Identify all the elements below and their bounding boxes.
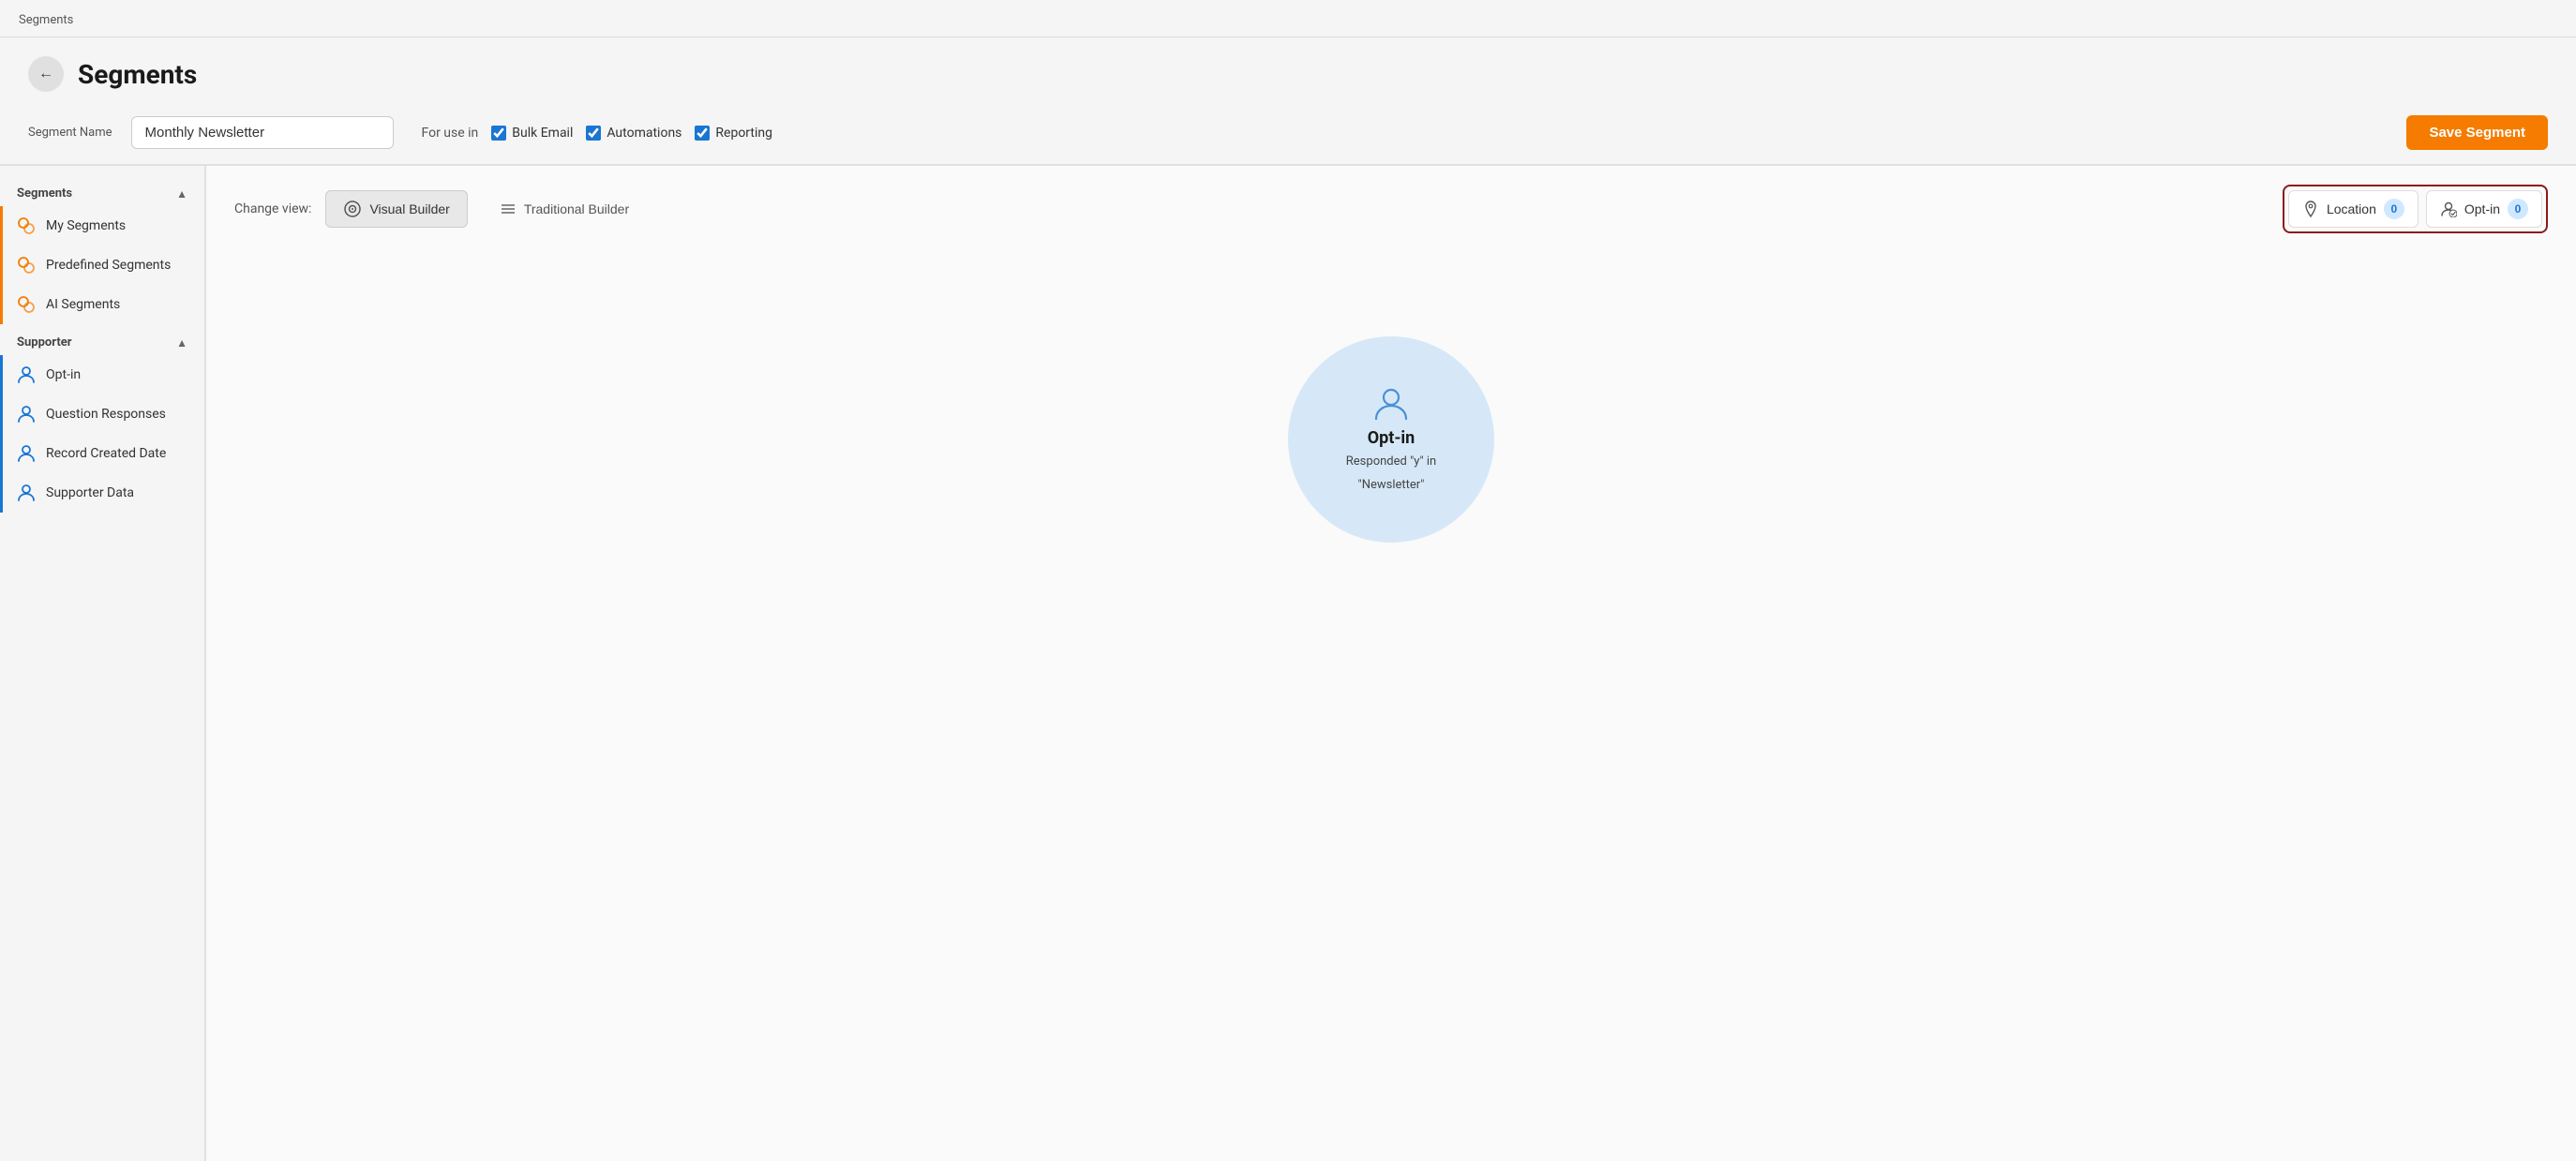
right-badges-group: Location 0 Opt-in 0 bbox=[2283, 185, 2548, 233]
optin-circle-desc1: Responded "y" in bbox=[1346, 454, 1436, 470]
location-icon bbox=[2302, 201, 2319, 217]
sidebar-item-ai-segments[interactable]: AI Segments bbox=[0, 285, 204, 324]
title-bar: Segments bbox=[0, 0, 2576, 37]
segment-name-input[interactable] bbox=[131, 116, 394, 149]
segment-name-label: Segment Name bbox=[28, 126, 112, 140]
bulk-email-check[interactable] bbox=[491, 126, 506, 141]
optin-circle: Opt-in Responded "y" in "Newsletter" bbox=[1288, 336, 1494, 543]
visual-builder-icon bbox=[343, 200, 362, 218]
opt-in-badge-label: Opt-in bbox=[2464, 201, 2500, 216]
segments-chevron-icon: ▲ bbox=[176, 187, 187, 201]
reporting-label: Reporting bbox=[715, 126, 772, 141]
automations-checkbox[interactable]: Automations bbox=[586, 126, 681, 141]
supporter-section-label: Supporter bbox=[17, 335, 72, 350]
opt-in-badge-button[interactable]: Opt-in 0 bbox=[2426, 190, 2542, 228]
ai-segments-label: AI Segments bbox=[46, 297, 120, 312]
toolbar-section: Segment Name For use in Bulk Email Autom… bbox=[0, 106, 2576, 166]
opt-in-person-icon bbox=[16, 365, 37, 385]
supporter-data-icon bbox=[16, 483, 37, 503]
content-area: Change view: Visual Builder T bbox=[206, 166, 2576, 1161]
reporting-check[interactable] bbox=[695, 126, 710, 141]
my-segments-label: My Segments bbox=[46, 218, 126, 233]
record-created-date-icon bbox=[16, 443, 37, 464]
traditional-builder-icon bbox=[500, 201, 517, 217]
traditional-builder-button[interactable]: Traditional Builder bbox=[482, 191, 647, 227]
for-use-in-label: For use in bbox=[422, 126, 479, 141]
question-responses-label: Question Responses bbox=[46, 407, 166, 422]
visual-canvas: Opt-in Responded "y" in "Newsletter" bbox=[234, 252, 2548, 627]
predefined-segments-label: Predefined Segments bbox=[46, 258, 171, 273]
supporter-chevron-icon: ▲ bbox=[176, 336, 187, 350]
page-wrapper: ← Segments Segment Name For use in Bulk … bbox=[0, 37, 2576, 1161]
sidebar-section-segments: Segments ▲ bbox=[0, 175, 204, 206]
sidebar-section-supporter: Supporter ▲ bbox=[0, 324, 204, 355]
my-segments-icon bbox=[16, 216, 37, 236]
optin-circle-icon bbox=[1372, 385, 1410, 423]
view-controls: Change view: Visual Builder T bbox=[234, 185, 2548, 233]
visual-builder-label: Visual Builder bbox=[369, 201, 449, 216]
reporting-checkbox[interactable]: Reporting bbox=[695, 126, 772, 141]
opt-in-badge-icon bbox=[2440, 201, 2457, 217]
sidebar-item-supporter-data[interactable]: Supporter Data bbox=[0, 473, 204, 513]
optin-circle-desc2: "Newsletter" bbox=[1358, 477, 1425, 494]
page-title: Segments bbox=[78, 59, 197, 90]
sidebar: Segments ▲ My Segments Predefined Segmen… bbox=[0, 166, 206, 1161]
traditional-builder-label: Traditional Builder bbox=[524, 201, 629, 216]
predefined-segments-icon bbox=[16, 255, 37, 275]
sidebar-item-question-responses[interactable]: Question Responses bbox=[0, 394, 204, 434]
visual-builder-button[interactable]: Visual Builder bbox=[325, 190, 467, 228]
change-view-label: Change view: bbox=[234, 201, 311, 216]
ai-segments-icon bbox=[16, 294, 37, 315]
location-label: Location bbox=[2327, 201, 2376, 216]
main-content: Segments ▲ My Segments Predefined Segmen… bbox=[0, 166, 2576, 1161]
sidebar-item-my-segments[interactable]: My Segments bbox=[0, 206, 204, 246]
location-count: 0 bbox=[2384, 199, 2404, 219]
title-bar-text: Segments bbox=[19, 13, 73, 27]
opt-in-label: Opt-in bbox=[46, 367, 81, 382]
automations-label: Automations bbox=[607, 126, 681, 141]
location-badge-button[interactable]: Location 0 bbox=[2288, 190, 2419, 228]
supporter-data-label: Supporter Data bbox=[46, 485, 134, 500]
record-created-date-label: Record Created Date bbox=[46, 446, 166, 461]
header-section: ← Segments bbox=[0, 37, 2576, 106]
bulk-email-label: Bulk Email bbox=[512, 126, 573, 141]
sidebar-item-record-created-date[interactable]: Record Created Date bbox=[0, 434, 204, 473]
for-use-in-group: For use in Bulk Email Automations Report… bbox=[422, 126, 772, 141]
optin-circle-title: Opt-in bbox=[1368, 428, 1415, 448]
sidebar-item-predefined-segments[interactable]: Predefined Segments bbox=[0, 246, 204, 285]
opt-in-count: 0 bbox=[2508, 199, 2528, 219]
segments-section-label: Segments bbox=[17, 186, 72, 201]
sidebar-item-opt-in[interactable]: Opt-in bbox=[0, 355, 204, 394]
back-button[interactable]: ← bbox=[28, 56, 64, 92]
question-responses-icon bbox=[16, 404, 37, 424]
bulk-email-checkbox[interactable]: Bulk Email bbox=[491, 126, 573, 141]
save-segment-button[interactable]: Save Segment bbox=[2406, 115, 2548, 150]
automations-check[interactable] bbox=[586, 126, 601, 141]
